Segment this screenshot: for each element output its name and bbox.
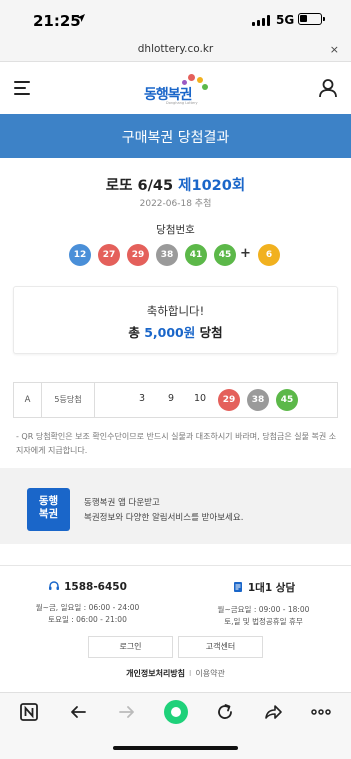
logo[interactable]: 동행복권 Donghang Lottery [140,72,214,106]
congrats-message: 축하합니다! [146,304,205,318]
round-title: 로또 6/45 제1020회 [0,174,351,195]
round-number: 제1020회 [178,178,246,194]
green-home-icon[interactable] [163,699,189,725]
matched-ball: 38 [247,389,269,411]
logo-subtext: Donghang Lottery [166,101,198,105]
back-arrow-icon[interactable] [67,702,89,724]
url-text[interactable]: dhlottery.co.kr [0,43,351,55]
winning-ball: 38 [156,244,178,266]
congrats-box: 축하합니다! 총 5,000원 당첨 [13,286,338,354]
prize-amount: 총 5,000원 당첨 [128,325,223,340]
location-arrow-icon [76,13,86,26]
network-type: 5G [276,13,295,27]
customer-center-button[interactable]: 고객센터 [178,636,263,658]
status-time: 21:25 [33,12,81,30]
browser-toolbar [0,692,351,759]
home-indicator [113,746,238,750]
matched-ball: 45 [276,389,298,411]
bonus-ball: 6 [258,244,280,266]
status-bar: 21:25 5G [0,0,351,40]
consult-title[interactable]: 1대1 상담 [248,582,295,594]
winning-ball: 45 [214,244,236,266]
browser-url-bar: dhlottery.co.kr × [0,40,351,62]
login-button[interactable]: 로그인 [88,636,173,658]
share-icon[interactable] [262,702,284,724]
promo-text: 동행복권 앱 다운받고 복권정보와 다양한 알림서비스를 받아보세요. [84,498,244,523]
phone-contact: 1588-6450 월~금, 일요일 : 06:00 - 24:00 토요일 :… [35,580,140,624]
ticket-result-row: A 5등당첨 3 9 10 29 38 45 [13,382,338,418]
ticket-number: 9 [167,393,175,404]
close-icon[interactable]: × [330,43,339,56]
phone-number[interactable]: 1588-6450 [64,581,127,593]
matched-ball: 29 [218,389,240,411]
game-label: A [14,383,42,417]
ticket-number: 10 [193,393,207,404]
app-promo[interactable]: 동행 복권 동행복권 앱 다운받고 복권정보와 다양한 알림서비스를 받아보세요… [0,478,351,544]
footer-links: 개인정보처리방침 I 이용약관 [126,669,225,678]
page-banner: 구매복권 당첨결과 [0,114,351,158]
document-icon [232,581,244,593]
naver-n-icon[interactable] [18,702,40,724]
terms-link[interactable]: 이용약관 [195,669,224,678]
battery-icon [298,13,322,25]
reload-icon[interactable] [214,702,236,724]
winning-ball: 29 [127,244,149,266]
more-icon[interactable] [310,702,332,724]
user-icon[interactable] [318,78,338,98]
consult-contact: 1대1 상담 월~금요일 : 09:00 - 18:00 토,일 및 법정공휴일… [217,581,310,626]
qr-notice: - QR 당첨확인은 보조 확인수단이므로 반드시 실물과 대조하시기 바라며,… [16,432,337,455]
app-icon: 동행 복권 [27,488,70,531]
draw-date: 2022-06-18 추첨 [139,199,212,209]
winning-ball: 41 [185,244,207,266]
headset-icon [48,580,60,592]
ticket-number: 3 [138,393,146,404]
winning-numbers-label: 당첨번호 [156,224,195,236]
signal-icon [252,15,272,26]
app-header: 동행복권 Donghang Lottery [0,62,351,114]
prize-money: 5,000원 [144,325,196,340]
footer: 1588-6450 월~금, 일요일 : 06:00 - 24:00 토요일 :… [0,565,351,692]
forward-arrow-icon[interactable] [116,702,138,724]
bonus-plus: + [240,246,251,261]
game-name: 로또 6/45 [105,178,174,194]
winning-ball: 27 [98,244,120,266]
winning-ball: 12 [69,244,91,266]
page-title: 구매복권 당첨결과 [121,130,230,146]
rank-label: 5등당첨 [42,383,95,417]
hamburger-menu-icon[interactable] [14,81,32,95]
privacy-policy-link[interactable]: 개인정보처리방침 [126,669,185,678]
